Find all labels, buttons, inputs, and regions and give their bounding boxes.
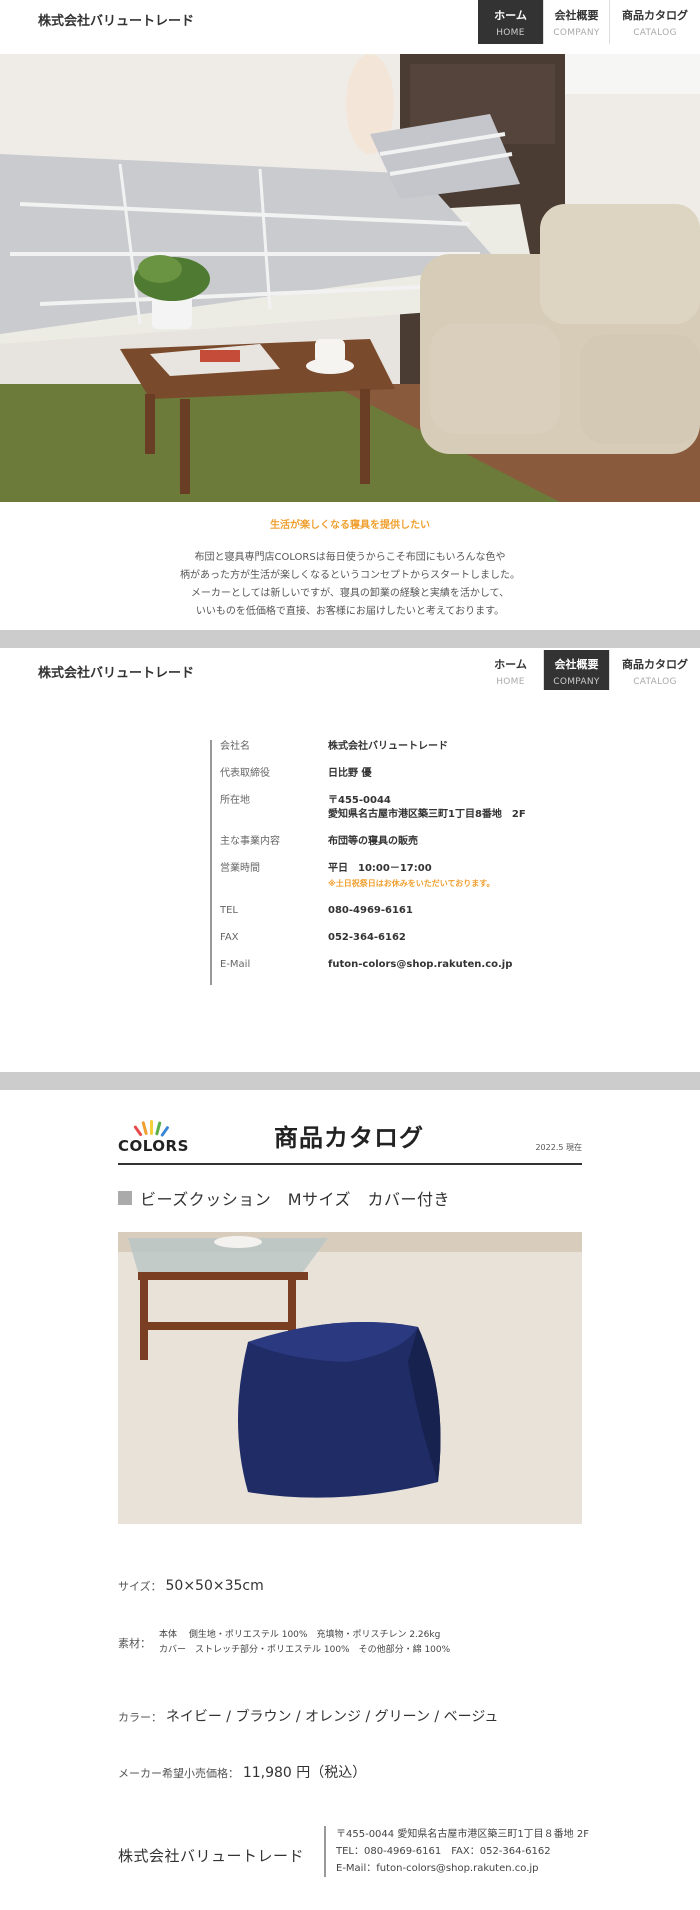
nav-home-sub: HOME (496, 28, 525, 38)
footer-company-name: 株式会社バリュートレード (118, 1847, 305, 1865)
spec-material: 素材： 本体 側生地・ポリエステル 100% 充填物・ポリスチレン 2.26kg… (118, 1628, 450, 1658)
info-row: TEL 080-4969-6161 (220, 904, 570, 918)
material-line: 本体 側生地・ポリエステル 100% 充填物・ポリスチレン 2.26kg (159, 1630, 441, 1640)
nav-company-label: 会社概要 (554, 658, 599, 671)
nav-company-sub: COMPANY (553, 677, 600, 687)
footer-contact: 〒455-0044 愛知県名古屋市港区築三町1丁目８番地 2F TEL：080-… (324, 1826, 589, 1877)
info-label: 営業時間 (220, 863, 260, 874)
info-label: 主な事業内容 (220, 836, 280, 847)
nav-catalog-sub: CATALOG (633, 677, 677, 687)
site-logo[interactable]: 株式会社バリュートレード (38, 10, 194, 29)
nav-home[interactable]: ホーム HOME (478, 0, 544, 44)
price-label: メーカー希望小売価格： (118, 1767, 239, 1780)
info-label: 所在地 (220, 795, 250, 806)
nav-catalog[interactable]: 商品カタログ CATALOG (610, 650, 700, 690)
info-row: 会社名 株式会社バリュートレード (220, 740, 570, 754)
price-value: 11,980 円（税込） (242, 1765, 367, 1781)
catalog-date: 2022.5 現在 (535, 1143, 582, 1152)
info-value: 日比野 優 (328, 768, 372, 779)
nav-catalog-label: 商品カタログ (622, 658, 688, 671)
info-row: 営業時間 平日 10:00－17:00 ※土日祝祭日はお休みをいただいております… (220, 862, 570, 891)
holiday-note: ※土日祝祭日はお休みをいただいております。 (328, 879, 495, 888)
info-value: 052-364-6162 (328, 932, 406, 943)
bead-cushion-illustration (118, 1232, 582, 1524)
intro-line: いいものを低価格で直接、お客様にお届けしたいと考えております。 (195, 606, 505, 617)
intro-line: 布団と寝具専門店COLORSは毎日使うからこそ布団にもいろんな色や (194, 552, 506, 563)
spec-color: カラー： ネイビー / ブラウン / オレンジ / グリーン / ベージュ (118, 1706, 498, 1726)
footer-email[interactable]: E-Mail：futon-colors@shop.rakuten.co.jp (336, 1860, 589, 1877)
info-label: E-Mail (220, 959, 251, 970)
footer-address: 〒455-0044 愛知県名古屋市港区築三町1丁目８番地 2F (336, 1829, 589, 1840)
email-link[interactable]: futon-colors@shop.rakuten.co.jp (328, 958, 512, 972)
section-divider (0, 630, 700, 648)
section-divider (0, 1072, 700, 1090)
color-value: ネイビー / ブラウン / オレンジ / グリーン / ベージュ (165, 1709, 499, 1725)
nav-catalog-label: 商品カタログ (622, 9, 688, 22)
info-value: 布団等の寝具の販売 (328, 836, 418, 847)
intro-text: 布団と寝具専門店COLORSは毎日使うからこそ布団にもいろんな色や 柄があった方… (0, 549, 700, 621)
spec-price: メーカー希望小売価格： 11,980 円（税込） (118, 1762, 366, 1782)
bedroom-illustration (0, 54, 700, 502)
colors-brand: COLORS (118, 1137, 189, 1155)
catalog-title: 商品カタログ (274, 1124, 424, 1152)
info-label: TEL (220, 905, 238, 916)
nav-company-label: 会社概要 (554, 9, 599, 22)
info-value: 〒455-0044 愛知県名古屋市港区築三町1丁目8番地 2F (328, 794, 526, 822)
info-row: E-Mail futon-colors@shop.rakuten.co.jp (220, 958, 570, 972)
info-row: 所在地 〒455-0044 愛知県名古屋市港区築三町1丁目8番地 2F (220, 794, 570, 822)
top-header: 株式会社バリュートレード ホーム HOME 会社概要 COMPANY 商品カタロ… (0, 0, 700, 54)
color-label: カラー： (118, 1711, 162, 1724)
nav-home[interactable]: ホーム HOME (478, 650, 544, 690)
info-row: 主な事業内容 布団等の寝具の販売 (220, 835, 570, 849)
info-label: 会社名 (220, 741, 250, 752)
size-value: 50×50×35cm (165, 1578, 264, 1594)
material-lines: 本体 側生地・ポリエステル 100% 充填物・ポリスチレン 2.26kg カバー… (159, 1628, 450, 1658)
info-row: FAX 052-364-6162 (220, 931, 570, 945)
info-value: 平日 10:00－17:00 ※土日祝祭日はお休みをいただいております。 (328, 862, 495, 891)
info-row: 代表取締役 日比野 優 (220, 767, 570, 781)
material-label: 素材： (118, 1637, 151, 1650)
nav-home-sub: HOME (496, 677, 525, 687)
footer-tel-fax: TEL：080-4969-6161 FAX：052-364-6162 (336, 1846, 551, 1857)
main-nav: ホーム HOME 会社概要 COMPANY 商品カタログ CATALOG (478, 0, 700, 44)
info-label: FAX (220, 932, 239, 943)
product-photo (118, 1232, 582, 1524)
site-logo[interactable]: 株式会社バリュートレード (38, 662, 194, 681)
info-label: 代表取締役 (220, 768, 270, 779)
company-info-table: 会社名 株式会社バリュートレード 代表取締役 日比野 優 所在地 〒455-00… (210, 740, 570, 985)
business-hours: 平日 10:00－17:00 (328, 863, 432, 874)
intro-section: 生活が楽しくなる寝具を提供したい 布団と寝具専門店COLORSは毎日使うからこそ… (0, 516, 700, 621)
intro-line: メーカーとしては新しいですが、寝具の卸業の経験と実績を活かして、 (190, 588, 510, 599)
address: 愛知県名古屋市港区築三町1丁目8番地 2F (328, 809, 526, 820)
intro-title: 生活が楽しくなる寝具を提供したい (270, 520, 430, 531)
size-label: サイズ： (118, 1580, 162, 1593)
product-name: ビーズクッション Mサイズ カバー付き (118, 1186, 450, 1210)
hero-bedroom-image (0, 54, 700, 502)
spec-size: サイズ： 50×50×35cm (118, 1578, 264, 1594)
nav-catalog[interactable]: 商品カタログ CATALOG (610, 0, 700, 44)
intro-line: 柄があった方が生活が楽しくなるというコンセプトからスタートしました。 (180, 570, 520, 581)
nav-company[interactable]: 会社概要 COMPANY (544, 650, 610, 690)
company-header: 株式会社バリュートレード ホーム HOME 会社概要 COMPANY 商品カタロ… (0, 650, 700, 704)
nav-company[interactable]: 会社概要 COMPANY (544, 0, 610, 44)
nav-home-label: ホーム (494, 658, 527, 671)
company-nav: ホーム HOME 会社概要 COMPANY 商品カタログ CATALOG (478, 650, 700, 690)
product-name-text: ビーズクッション Mサイズ カバー付き (140, 1190, 451, 1209)
colors-logo-icon (133, 1120, 169, 1137)
nav-catalog-sub: CATALOG (633, 28, 677, 38)
catalog-header: COLORS 商品カタログ 2022.5 現在 (118, 1112, 582, 1165)
nav-home-label: ホーム (494, 9, 527, 22)
info-value: 080-4969-6161 (328, 905, 413, 916)
square-bullet-icon (118, 1191, 132, 1205)
nav-company-sub: COMPANY (553, 28, 600, 38)
material-line: カバー ストレッチ部分・ポリエステル 100% その他部分・綿 100% (159, 1645, 451, 1655)
info-value: 株式会社バリュートレード (328, 741, 448, 752)
postal-code: 〒455-0044 (328, 795, 391, 806)
